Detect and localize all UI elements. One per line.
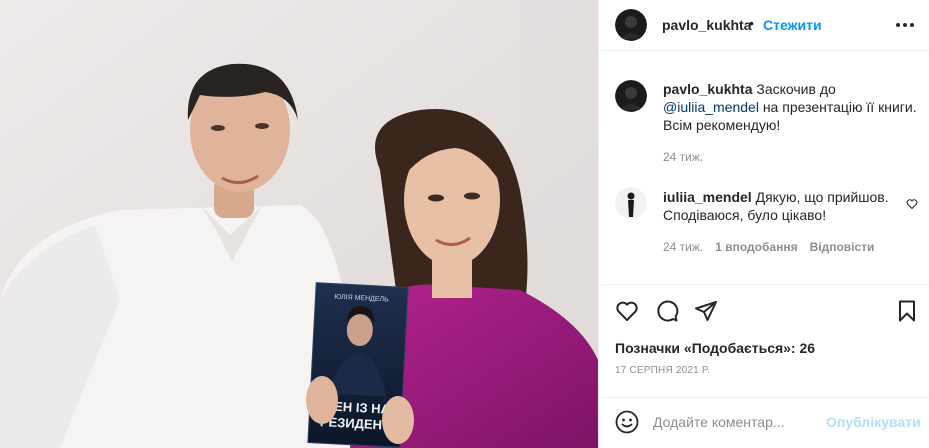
caption-text-before: Заскочив до (752, 81, 836, 97)
post-actions: Позначки «Подобається»: 26 17 СЕРПНЯ 202… (599, 284, 929, 397)
comment-time[interactable]: 24 тиж. (663, 240, 703, 254)
emoji-icon[interactable] (615, 410, 639, 434)
comment-text: iuliia_mendel Дякую, що прийшов. Сподіва… (663, 188, 893, 224)
publish-button[interactable]: Опублікувати (826, 414, 921, 430)
author-avatar[interactable] (615, 9, 647, 41)
comment-input[interactable] (653, 411, 823, 433)
caption-meta: 24 тиж. (663, 150, 703, 164)
caption-username[interactable]: pavlo_kukhta (663, 81, 752, 97)
comments-list[interactable]: pavlo_kukhta Заскочив до @iuliia_mendel … (599, 52, 929, 284)
comment-like-heart-icon[interactable] (906, 197, 918, 210)
reply-button[interactable]: Відповісти (810, 240, 875, 254)
likes-count[interactable]: Позначки «Подобається»: 26 (615, 340, 815, 356)
caption-mention[interactable]: @iuliia_mendel (663, 99, 759, 115)
comment-icon[interactable] (655, 299, 679, 323)
caption-avatar[interactable] (615, 80, 647, 112)
heart-icon[interactable] (615, 299, 639, 323)
author-username[interactable]: pavlo_kukhta (662, 17, 751, 33)
paper-plane-icon[interactable] (694, 299, 718, 323)
post-side-panel: pavlo_kukhta • Стежити pavlo_kukhta Заск… (598, 0, 929, 448)
comment-meta: 24 тиж. 1 вподобання Відповісти (663, 240, 874, 254)
post-photo[interactable]: ЮЛІЯ МЕНДЕЛЬ ОЖЕН ІЗ НАС РЕЗИДЕНТ (0, 0, 598, 448)
header-separator: • (749, 15, 754, 31)
post-header: pavlo_kukhta • Стежити (599, 0, 929, 51)
post-date[interactable]: 17 СЕРПНЯ 2021 Р. (615, 365, 710, 376)
follow-button[interactable]: Стежити (763, 17, 822, 33)
comment-composer: Опублікувати (599, 397, 929, 448)
photo-illustration: ЮЛІЯ МЕНДЕЛЬ ОЖЕН ІЗ НАС РЕЗИДЕНТ (0, 0, 598, 448)
comment-username[interactable]: iuliia_mendel (663, 189, 752, 205)
comment-avatar[interactable] (615, 187, 647, 219)
instagram-post-modal: ЮЛІЯ МЕНДЕЛЬ ОЖЕН ІЗ НАС РЕЗИДЕНТ pavlo_… (0, 0, 929, 448)
caption-text: pavlo_kukhta Заскочив до @iuliia_mendel … (663, 80, 923, 134)
bookmark-icon[interactable] (895, 299, 919, 323)
comment-likes[interactable]: 1 вподобання (715, 240, 797, 254)
more-horizontal-icon[interactable] (894, 15, 916, 35)
caption-time[interactable]: 24 тиж. (663, 150, 703, 164)
